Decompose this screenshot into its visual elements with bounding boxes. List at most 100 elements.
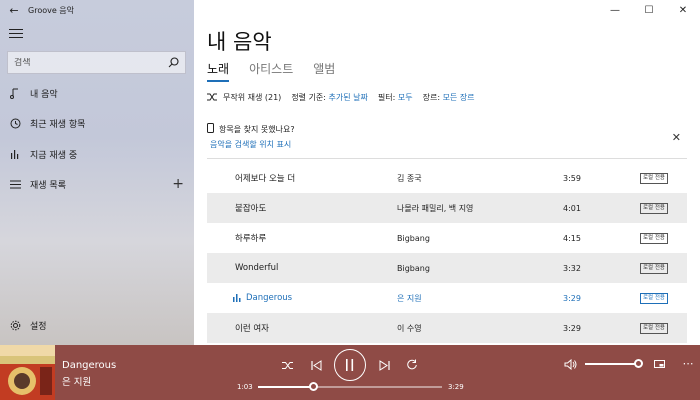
tab-bar: 노래 아티스트 앨범	[207, 60, 335, 82]
local-only-badge: 로컬 전용	[640, 232, 668, 244]
previous-button[interactable]	[308, 357, 324, 373]
search-box[interactable]	[7, 51, 186, 74]
song-title: 하루하루	[235, 234, 267, 244]
repeat-icon	[407, 359, 417, 370]
volume-button[interactable]	[562, 356, 578, 372]
pause-icon	[346, 359, 354, 371]
song-duration: 4:01	[563, 203, 581, 213]
song-duration: 3:59	[563, 173, 581, 183]
genre-label: 장르:	[422, 93, 441, 102]
volume-slider[interactable]	[585, 359, 644, 368]
back-arrow-icon: ←	[9, 3, 19, 17]
filter-bar: 무작위 재생 (21) 정렬 기준: 추가된 날짜 필터: 모두 장르: 모든 …	[207, 92, 475, 103]
sidebar-item-now-playing[interactable]: 지금 재생 중	[0, 141, 194, 167]
playlist-icon	[0, 180, 30, 189]
gear-icon	[0, 320, 30, 331]
shuffle-icon	[282, 361, 293, 369]
shuffle-button[interactable]	[280, 357, 296, 373]
more-options-button[interactable]: ⋯	[682, 355, 694, 371]
song-row[interactable]: 하루하루 Bigbang 4:15 로컬 전용	[207, 223, 687, 253]
song-list: 어제보다 오늘 더 김 종국 3:59 로컬 전용 붙잡아도 나몰라 패밀리, …	[207, 163, 687, 343]
song-duration: 3:32	[563, 263, 581, 273]
next-icon	[379, 359, 390, 371]
song-title: Dangerous	[246, 293, 293, 303]
song-artist[interactable]: Bigbang	[397, 264, 430, 273]
search-icon[interactable]	[168, 57, 179, 68]
maximize-button[interactable]: ☐	[632, 0, 666, 20]
song-artist[interactable]: 은 지원	[397, 293, 422, 304]
sidebar-item-recent[interactable]: 최근 재생 항목	[0, 110, 194, 136]
local-only-badge: 로컬 전용	[640, 172, 668, 184]
song-artist[interactable]: 나몰라 패밀리, 백 지영	[397, 203, 473, 214]
repeat-button[interactable]	[404, 357, 420, 373]
notice-text: 항목을 찾지 못했나요?	[219, 124, 295, 134]
page-title: 내 음악	[207, 30, 272, 54]
pause-button[interactable]	[334, 349, 366, 381]
song-row[interactable]: Wonderful Bigbang 3:32 로컬 전용	[207, 253, 687, 283]
now-playing-bars-icon	[233, 294, 241, 302]
search-input[interactable]	[14, 57, 168, 68]
song-artist[interactable]: 김 종국	[397, 173, 422, 184]
song-duration: 3:29	[563, 323, 581, 333]
close-button[interactable]: ✕	[666, 0, 700, 20]
player-bar: Dangerous 은 지원 1:03 3:29 ⋯	[0, 345, 700, 400]
sidebar-item-label: 지금 재생 중	[30, 150, 78, 161]
mini-player-icon	[653, 360, 665, 368]
genre-dropdown[interactable]: 모든 장르	[443, 92, 475, 103]
song-row[interactable]: 이런 여자 이 수영 3:29 로컬 전용	[207, 313, 687, 343]
local-only-badge: 로컬 전용	[640, 202, 668, 214]
filter-label: 필터:	[377, 93, 396, 102]
song-title: 붙잡아도	[235, 204, 267, 214]
divider	[207, 158, 687, 159]
sidebar-item-playlists[interactable]: 재생 목록 +	[0, 171, 194, 197]
tab-albums[interactable]: 앨범	[313, 60, 335, 82]
sidebar-item-label: 내 음악	[30, 89, 58, 100]
sort-dropdown[interactable]: 추가된 날짜	[329, 92, 368, 103]
sidebar-item-my-music[interactable]: 내 음악	[0, 80, 194, 106]
sidebar-item-label: 설정	[30, 321, 47, 332]
now-playing-title[interactable]: Dangerous	[62, 360, 116, 371]
song-row-now-playing[interactable]: Dangerous 은 지원 3:29 로컬 전용	[207, 283, 687, 313]
more-dots-icon: ⋯	[682, 356, 694, 370]
seek-bar-thumb[interactable]	[309, 382, 319, 391]
local-only-badge: 로컬 전용	[640, 262, 668, 274]
album-art[interactable]	[0, 345, 55, 400]
song-row[interactable]: 어제보다 오늘 더 김 종국 3:59 로컬 전용	[207, 163, 687, 193]
sidebar-item-label: 재생 목록	[30, 180, 66, 191]
sidebar-item-settings[interactable]: 설정	[0, 312, 194, 338]
bars-icon	[0, 149, 30, 159]
add-playlist-button[interactable]: +	[172, 176, 184, 192]
window-controls: — ☐ ✕	[598, 0, 700, 20]
elapsed-time: 1:03	[237, 383, 253, 391]
song-row[interactable]: 붙잡아도 나몰라 패밀리, 백 지영 4:01 로컬 전용	[207, 193, 687, 223]
next-button[interactable]	[376, 357, 392, 373]
song-artist[interactable]: 이 수영	[397, 323, 422, 334]
sort-label: 정렬 기준:	[291, 93, 326, 102]
filter-dropdown[interactable]: 모두	[398, 92, 413, 103]
close-notice-icon[interactable]: ✕	[672, 131, 681, 144]
show-music-locations-link[interactable]: 음악을 검색할 위치 표시	[210, 139, 687, 150]
mini-view-button[interactable]	[652, 357, 666, 371]
missing-items-notice: 항목을 찾지 못했나요? 음악을 검색할 위치 표시 ✕	[207, 123, 687, 157]
back-button[interactable]: ←	[0, 0, 28, 20]
music-note-icon	[0, 88, 30, 99]
title-bar: ← Groove 음악	[0, 0, 194, 20]
song-duration: 3:29	[563, 293, 581, 303]
tab-artists[interactable]: 아티스트	[249, 60, 293, 82]
hamburger-menu-icon[interactable]	[9, 29, 23, 39]
song-title: 어제보다 오늘 더	[235, 174, 296, 184]
tab-songs[interactable]: 노래	[207, 60, 230, 82]
now-playing-artist[interactable]: 은 지원	[62, 374, 91, 388]
volume-thumb[interactable]	[634, 359, 644, 368]
song-artist[interactable]: Bigbang	[397, 234, 430, 243]
seek-bar-fill	[258, 386, 314, 388]
shuffle-icon[interactable]	[207, 93, 223, 103]
song-title: Wonderful	[235, 263, 279, 273]
local-only-badge: 로컬 전용	[640, 322, 668, 334]
seek-bar[interactable]	[258, 382, 442, 391]
minimize-button[interactable]: —	[598, 0, 632, 20]
previous-icon	[310, 359, 321, 371]
shuffle-all-button[interactable]: 무작위 재생 (21)	[223, 92, 281, 103]
speaker-icon	[564, 358, 576, 370]
local-only-badge: 로컬 전용	[640, 292, 668, 304]
